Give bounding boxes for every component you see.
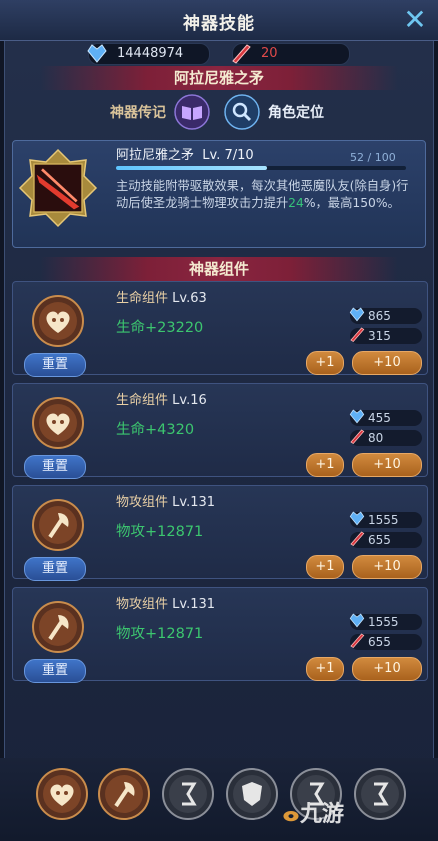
crystal-amount: 14448974: [117, 46, 184, 61]
component-stat: 物攻+12871: [116, 524, 204, 540]
watermark-logo: ⴰ九游: [282, 796, 344, 828]
blue-crystal-icon: [87, 44, 107, 63]
slot-heart-icon[interactable]: [36, 768, 88, 820]
crystal-cost: 455: [349, 409, 422, 426]
plus-one-button[interactable]: +1: [306, 555, 344, 579]
artifact-title: 阿拉尼雅之矛 Lv. 7/10: [116, 144, 254, 163]
tab-role-position[interactable]: 角色定位: [268, 98, 324, 128]
artifact-progress-text: 52 / 100: [350, 151, 396, 164]
blade-cost: 315: [350, 327, 422, 344]
blue-crystal-icon: [349, 409, 365, 424]
title-bar: 神器技能 ✕: [0, 0, 438, 41]
plus-one-button[interactable]: +1: [306, 453, 344, 477]
artifact-progress-fill: [116, 166, 267, 170]
plus-ten-button[interactable]: +10: [352, 351, 422, 375]
heart-icon: [32, 397, 84, 449]
component-name: 生命组件 Lv.63: [116, 291, 207, 306]
tab-biography[interactable]: 神器传记: [110, 98, 166, 128]
desc-highlight: 24: [288, 196, 304, 210]
crystal-cost: 865: [349, 307, 422, 324]
plus-ten-button[interactable]: +10: [352, 555, 422, 579]
red-blade-icon: [232, 44, 251, 64]
nine-swirl-icon: ⴰ: [282, 798, 300, 828]
artifact-name: 阿拉尼雅之矛: [116, 148, 195, 163]
slot-rune-icon[interactable]: [354, 768, 406, 820]
section-title: 神器组件: [40, 257, 398, 281]
artifact-banner: 阿拉尼雅之矛: [40, 66, 398, 90]
blue-crystal-icon: [349, 307, 365, 322]
blue-crystal-icon: [349, 613, 365, 628]
crystal-cost: 1555: [349, 613, 422, 630]
component-name: 物攻组件 Lv.131: [116, 495, 216, 510]
reset-button[interactable]: 重置: [24, 557, 86, 581]
plus-one-button[interactable]: +1: [306, 351, 344, 375]
red-blade-icon: [350, 429, 365, 444]
heart-icon: [32, 295, 84, 347]
plus-ten-button[interactable]: +10: [352, 453, 422, 477]
magnifier-icon[interactable]: [224, 94, 260, 130]
red-blade-icon: [350, 531, 365, 546]
spear-icon: [18, 148, 98, 228]
slot-rune-icon[interactable]: [162, 768, 214, 820]
book-icon[interactable]: [174, 94, 210, 130]
artifact-description: 主动技能附带驱散效果，每次其他恶魔队友(除自身)行动后使圣龙骑士物理攻击力提升2…: [116, 178, 416, 212]
axe-icon: [32, 601, 84, 653]
component-name: 物攻组件 Lv.131: [116, 597, 216, 612]
reset-button[interactable]: 重置: [24, 659, 86, 683]
blue-crystal-icon: [349, 511, 365, 526]
blade-currency: 20: [232, 43, 350, 65]
plus-ten-button[interactable]: +10: [352, 657, 422, 681]
blade-cost: 80: [350, 429, 422, 446]
artifact-progress-bar: [116, 166, 406, 170]
component-stat: 物攻+12871: [116, 626, 204, 642]
blade-amount: 20: [261, 46, 278, 61]
reset-button[interactable]: 重置: [24, 353, 86, 377]
component-name: 生命组件 Lv.16: [116, 393, 207, 408]
crystal-cost: 1555: [349, 511, 422, 528]
component-stat: 生命+4320: [116, 422, 195, 438]
reset-button[interactable]: 重置: [24, 455, 86, 479]
component-stat: 生命+23220: [116, 320, 204, 336]
slot-shield-icon[interactable]: [226, 768, 278, 820]
red-blade-icon: [350, 327, 365, 342]
artifact-level: Lv. 7/10: [202, 148, 254, 163]
plus-one-button[interactable]: +1: [306, 657, 344, 681]
axe-icon: [32, 499, 84, 551]
blade-cost: 655: [350, 531, 422, 548]
red-blade-icon: [350, 633, 365, 648]
close-icon[interactable]: ✕: [402, 6, 428, 34]
desc-text-end: %，最高150%。: [303, 196, 400, 210]
crystal-currency: 14448974: [87, 43, 210, 65]
page-title: 神器技能: [183, 14, 255, 34]
slot-axe-icon[interactable]: [98, 768, 150, 820]
blade-cost: 655: [350, 633, 422, 650]
watermark-text: 九游: [299, 802, 344, 827]
